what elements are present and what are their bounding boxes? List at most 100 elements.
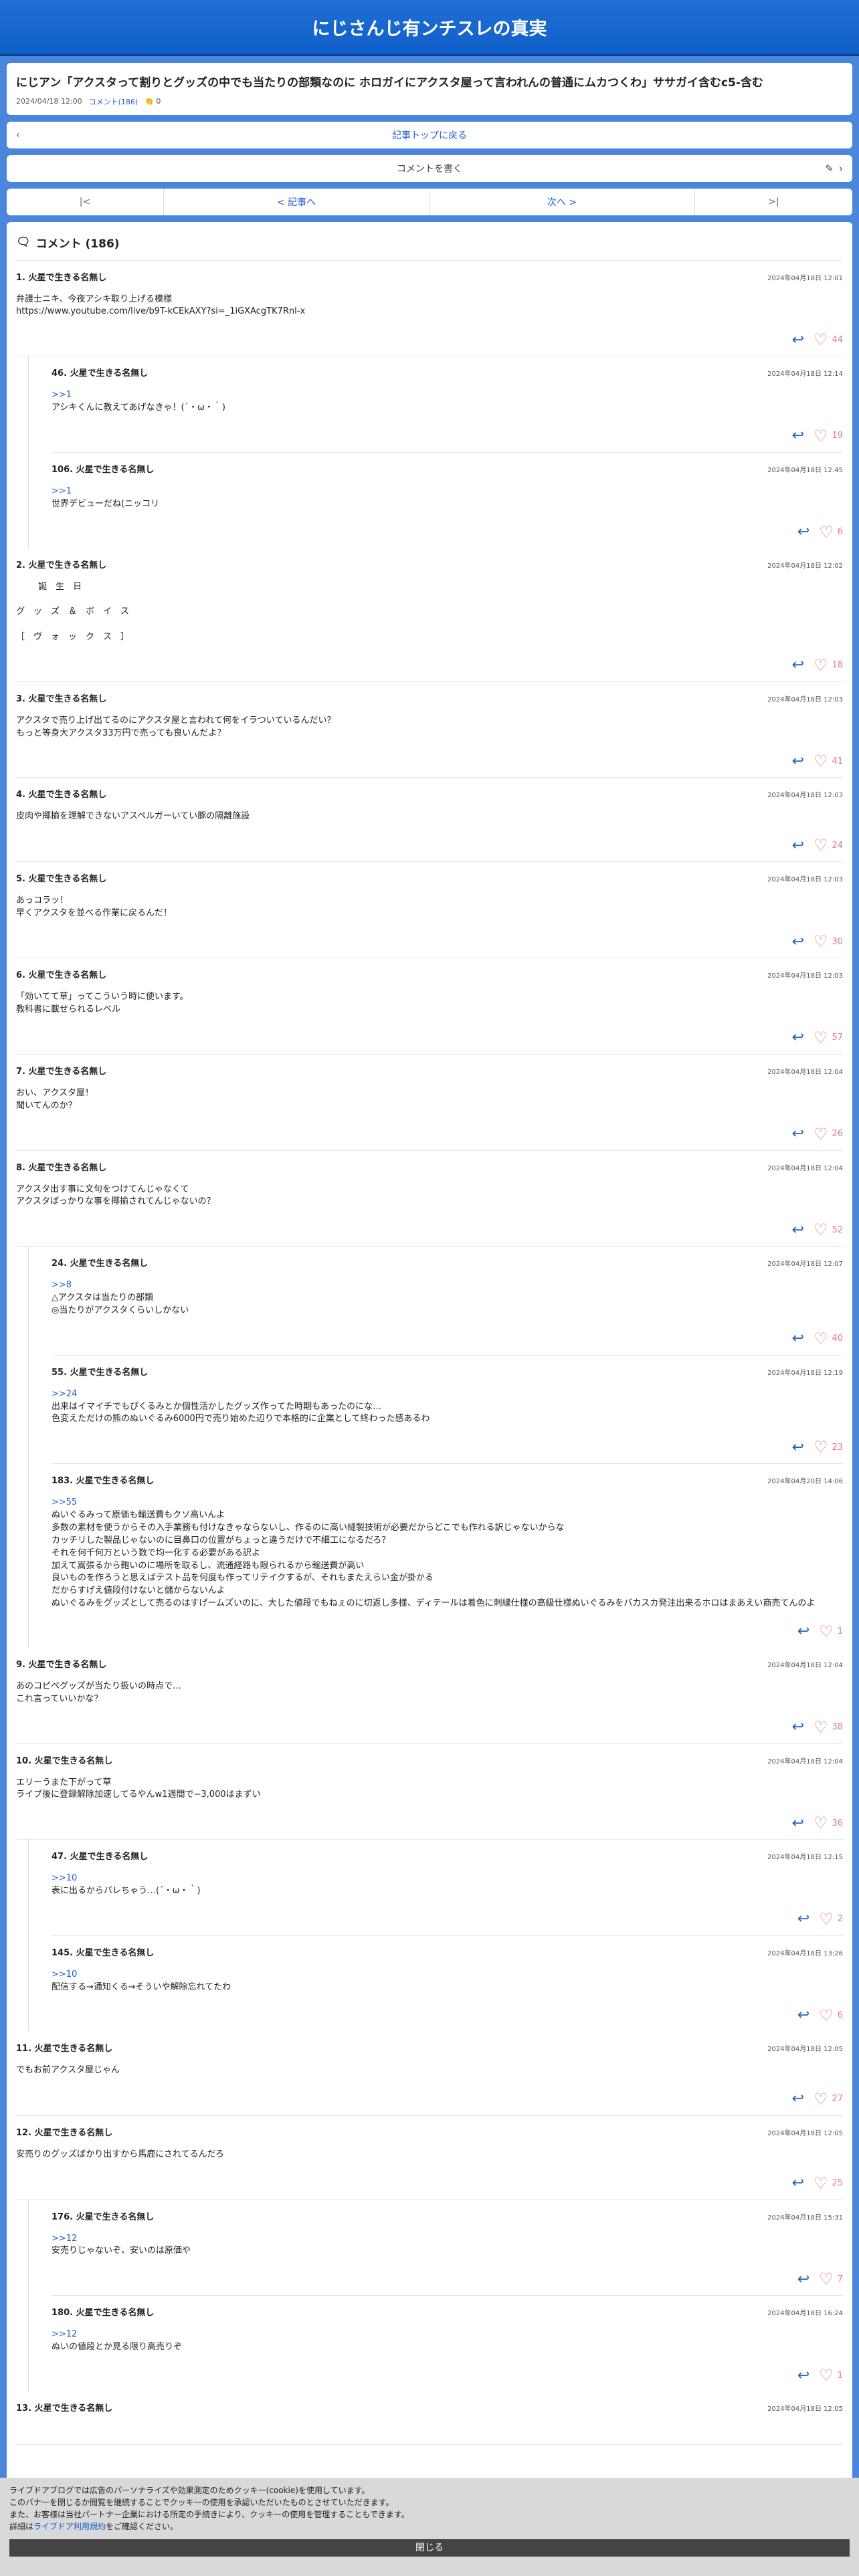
like-button[interactable]: ♡ 41 <box>814 752 843 770</box>
comment-number: 8. <box>16 1162 25 1173</box>
comment-date: 2024年04月18日 12:04 <box>767 1164 843 1172</box>
reply-anchor-link[interactable]: >>1 <box>52 486 843 498</box>
first-page-button[interactable]: |< <box>7 188 164 215</box>
reply-icon[interactable]: ↩ <box>792 1125 804 1142</box>
site-title[interactable]: にじさんじ有ンチスレの真実 <box>312 14 547 40</box>
comment-body: >>55 ぬいぐるみって原価も輸送費もクソ高いんよ 多数の素材を使うからその入手業… <box>52 1497 843 1610</box>
reply-icon[interactable]: ↩ <box>797 2367 809 2384</box>
back-to-top-button[interactable]: ‹ 記事トップに戻る <box>7 121 852 148</box>
reply-anchor-link[interactable]: >>10 <box>52 1969 843 1981</box>
prev-article-button[interactable]: < 記事へ <box>164 188 430 215</box>
comment-item: 12. 火星で生きる名無し 2024年04月18日 12:05 安売りのグッズばかり… <box>16 2116 843 2200</box>
reply-icon[interactable]: ↩ <box>792 427 804 444</box>
like-count: 30 <box>832 936 843 947</box>
comment-header: 24. 火星で生きる名無し 2024年04月18日 12:07 <box>52 1256 843 1269</box>
like-button[interactable]: ♡ 18 <box>814 656 843 675</box>
like-button[interactable]: ♡ 27 <box>814 2090 843 2109</box>
comment-header: 145. 火星で生きる名無し 2024年04月18日 13:26 <box>52 1945 843 1958</box>
reply-icon[interactable]: ↩ <box>792 1439 804 1456</box>
like-button[interactable]: ♡ 44 <box>814 330 843 349</box>
reply-anchor-link[interactable]: >>24 <box>52 1388 843 1401</box>
comment-actions: ↩ ♡ 1 <box>52 2366 843 2385</box>
comment-body: 誕 生 日 グ ッ ズ ＆ ボ イ ス ［ ヴ ォ ッ ク ス ］ <box>16 581 843 644</box>
reply-anchor-link[interactable]: >>10 <box>52 1872 843 1885</box>
comment-number: 2. <box>16 560 25 570</box>
comment-actions: ↩ ♡ 24 <box>16 836 844 855</box>
reply-icon[interactable]: ↩ <box>792 1330 804 1347</box>
like-button[interactable]: ♡ 36 <box>814 1814 843 1832</box>
terms-link[interactable]: ライブドア利用規約 <box>33 2522 106 2531</box>
comment-name: 火星で生きる名無し <box>28 1162 107 1173</box>
next-article-button[interactable]: 次へ > <box>430 188 695 215</box>
reply-icon[interactable]: ↩ <box>797 2007 809 2024</box>
like-button[interactable]: ♡ 30 <box>814 932 843 951</box>
reply-anchor-link[interactable]: >>12 <box>52 2233 843 2246</box>
reply-icon[interactable]: ↩ <box>792 753 804 770</box>
reply-icon[interactable]: ↩ <box>792 934 804 950</box>
comment-number: 180. <box>52 2308 74 2319</box>
heart-icon: ♡ <box>813 655 828 675</box>
comment-item: 11. 火星で生きる名無し 2024年04月18日 12:05 でもお前アクスタ屋じ… <box>16 2032 843 2116</box>
comment-body: 弁護士ニキ、今夜アシキ取り上げる模様 https://www.youtube.c… <box>16 294 843 319</box>
chevron-right-icon: › <box>839 162 843 175</box>
reply-icon[interactable]: ↩ <box>797 2271 809 2288</box>
reply-icon[interactable]: ↩ <box>792 2090 804 2107</box>
reply-icon[interactable]: ↩ <box>792 657 804 673</box>
like-button[interactable]: ♡ 19 <box>814 427 843 445</box>
like-count: 44 <box>832 334 843 345</box>
like-button[interactable]: ♡ 26 <box>814 1125 843 1144</box>
like-button[interactable]: ♡ 38 <box>814 1718 843 1737</box>
reply-icon[interactable]: ↩ <box>792 1222 804 1239</box>
last-page-button[interactable]: >| <box>695 189 852 215</box>
reply-icon[interactable]: ↩ <box>792 1815 804 1832</box>
comment-name: 火星で生きる名無し <box>28 970 107 981</box>
like-button[interactable]: ♡ 2 <box>819 1910 843 1929</box>
back-to-top-label: 記事トップに戻る <box>392 130 467 141</box>
reply-anchor-link[interactable]: >>12 <box>52 2329 843 2341</box>
comment-name: 火星で生きる名無し <box>70 1259 149 1269</box>
like-button[interactable]: ♡ 40 <box>814 1329 843 1348</box>
reply-anchor-link[interactable]: >>1 <box>52 389 843 402</box>
reply-icon[interactable]: ↩ <box>797 524 809 540</box>
like-button[interactable]: ♡ 57 <box>814 1029 843 1047</box>
reply-anchor-link[interactable]: >>55 <box>52 1497 843 1509</box>
reply-icon[interactable]: ↩ <box>792 1029 804 1046</box>
comment-date: 2024年04月18日 12:45 <box>767 466 843 474</box>
heart-icon: ♡ <box>813 1028 828 1047</box>
comment-header: 4. 火星で生きる名無し 2024年04月18日 12:03 <box>16 787 843 800</box>
reply-icon[interactable]: ↩ <box>792 1719 804 1735</box>
write-comment-button[interactable]: コメントを書く ✎ › <box>7 154 852 182</box>
reply-icon[interactable]: ↩ <box>797 1911 809 1927</box>
comment-date: 2024年04月18日 12:03 <box>767 876 843 884</box>
reply-icon[interactable]: ↩ <box>792 837 804 854</box>
comment-author: 10. 火星で生きる名無し <box>16 1753 112 1766</box>
comment-number: 46. <box>52 368 68 379</box>
like-button[interactable]: ♡ 1 <box>819 2366 843 2385</box>
like-button[interactable]: ♡ 6 <box>819 523 843 542</box>
comment-number: 55. <box>52 1367 68 1378</box>
cookie-close-button[interactable]: 閉じる <box>9 2539 850 2557</box>
comment-count-link[interactable]: コメント(186) <box>89 96 138 107</box>
like-button[interactable]: ♡ 25 <box>814 2174 843 2193</box>
like-button[interactable]: ♡ 23 <box>814 1438 843 1457</box>
reply-item: 47. 火星で生きる名無し 2024年04月18日 12:15 >>10 表に出るから… <box>52 1840 843 1936</box>
like-button[interactable]: ♡ 7 <box>819 2270 843 2288</box>
like-button[interactable]: ♡ 6 <box>819 2006 843 2025</box>
comment-header: 10. 火星で生きる名無し 2024年04月18日 12:04 <box>16 1753 843 1766</box>
comment-body: エリーうまた下がって草 ライブ後に登録解除加速してるやんw1週間で−3,000は… <box>16 1777 843 1802</box>
reply-item: 176. 火星で生きる名無し 2024年04月18日 15:31 >>12 安売りじゃ… <box>52 2200 843 2296</box>
comment-item: 4. 火星で生きる名無し 2024年04月18日 12:03 皮肉や揶揄を理解できな… <box>16 778 844 863</box>
comment-date: 2024年04月18日 12:04 <box>767 1757 843 1765</box>
like-button[interactable]: ♡ 24 <box>814 836 843 855</box>
reply-anchor-link[interactable]: >>8 <box>52 1279 843 1292</box>
like-button[interactable]: ♡ 52 <box>814 1220 843 1239</box>
reply-icon[interactable]: ↩ <box>792 332 804 348</box>
reply-icon[interactable]: ↩ <box>797 1623 809 1640</box>
comments-heading: 🗨 コメント (186) <box>16 231 843 261</box>
like-button[interactable]: ♡ 1 <box>819 1622 843 1641</box>
cookie-text-1: ライブドアブログでは広告のパーソナライズや効果測定のためクッキー(cookie)… <box>9 2486 370 2495</box>
comment-author: 145. 火星で生きる名無し <box>52 1945 154 1958</box>
reply-icon[interactable]: ↩ <box>792 2175 804 2191</box>
comment-date: 2024年04月18日 13:26 <box>767 1949 843 1957</box>
comment-body: >>12 安売りじゃないぞ、安いのは原価や <box>52 2233 843 2258</box>
